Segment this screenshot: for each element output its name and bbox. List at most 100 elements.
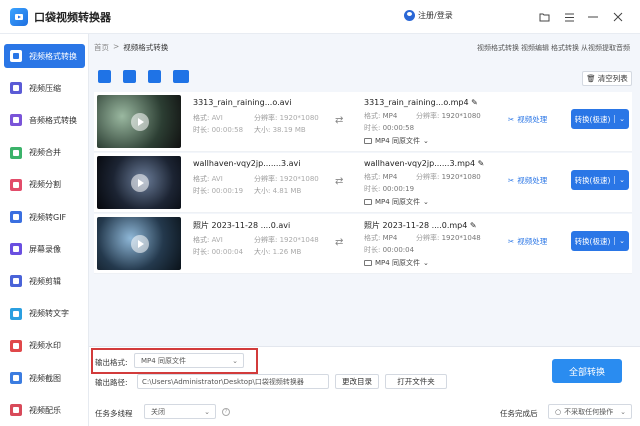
chevron-down-icon: ⌄: [422, 137, 429, 145]
source-file-name: 照片 2023-11-28 ....0.avi: [193, 221, 291, 230]
output-resolution: 分辨率: 1920*1080: [416, 173, 481, 181]
sidebar-item-2[interactable]: 音频格式转换: [4, 108, 85, 132]
breadcrumb-home[interactable]: 首页: [94, 42, 109, 53]
chevron-down-icon: ⌄: [422, 198, 429, 206]
login-link[interactable]: 注册/登录: [404, 10, 453, 21]
top-link-format[interactable]: 视频格式转换: [477, 43, 519, 53]
sidebar-item-4[interactable]: 视频分割: [4, 173, 85, 197]
sidebar-item-9[interactable]: 视频水印: [4, 334, 85, 358]
output-preset-select[interactable]: MP4 同原文件 ⌄: [364, 136, 429, 146]
output-format: 格式: MP4: [364, 234, 398, 242]
chevron-down-icon: ⌄: [232, 357, 238, 365]
source-duration: 时长: 00:00:04: [193, 248, 244, 256]
convert-icon: [10, 50, 22, 62]
change-directory-button[interactable]: 更改目录: [335, 374, 379, 389]
convert-button[interactable]: 转换(极速) ⌄: [571, 231, 629, 251]
after-done-label: 任务完成后: [500, 409, 538, 418]
add-batch-icon[interactable]: [148, 70, 161, 83]
minimize-icon[interactable]: [585, 9, 601, 25]
source-duration: 时长: 00:00:19: [193, 187, 244, 195]
sidebar-item-1[interactable]: 视频压缩: [4, 76, 85, 100]
sidebar-item-6[interactable]: 屏幕录像: [4, 237, 85, 261]
output-resolution: 分辨率: 1920*1080: [416, 112, 481, 120]
info-icon[interactable]: ?: [222, 408, 230, 416]
login-label: 注册/登录: [418, 11, 453, 20]
video-format-icon: [364, 199, 372, 205]
output-format-value: MP4 同原文件: [141, 356, 186, 365]
sidebar-item-11[interactable]: 视频配乐: [4, 398, 85, 422]
sidebar-item-8[interactable]: 视频转文字: [4, 302, 85, 326]
gif-icon: [10, 211, 22, 223]
output-preset-select[interactable]: MP4 同原文件 ⌄: [364, 197, 429, 207]
output-format-select[interactable]: MP4 同原文件 ⌄: [134, 353, 244, 368]
play-icon[interactable]: [131, 113, 149, 131]
output-duration: 时长: 00:00:19: [364, 185, 415, 193]
add-file-icon[interactable]: [98, 70, 111, 83]
output-preset-select[interactable]: MP4 同原文件 ⌄: [364, 258, 429, 268]
close-icon[interactable]: [610, 9, 626, 25]
edit-icon: ✎: [469, 221, 477, 230]
source-resolution: 分辨率: 1920*1048: [254, 236, 319, 244]
play-icon[interactable]: [131, 174, 149, 192]
source-resolution: 分辨率: 1920*1080: [254, 114, 319, 122]
top-links: 视频格式转换 视频编辑 格式转换 从视频提取音频: [477, 43, 630, 53]
toolbar: [98, 70, 189, 83]
audio-icon: [10, 114, 22, 127]
sidebar-item-3[interactable]: 视频合并: [4, 141, 85, 165]
file-row: 照片 2023-11-28 ....0.avi 格式: AVI 分辨率: 192…: [94, 214, 632, 274]
video-process-button[interactable]: ✂ 视频处理: [508, 175, 547, 186]
video-thumbnail[interactable]: [97, 156, 181, 209]
breadcrumb-current: 视频格式转换: [123, 43, 169, 52]
sidebar-item-label: 视频转文字: [29, 309, 69, 319]
clear-list-button[interactable]: 🗑 清空列表: [582, 71, 632, 86]
video-thumbnail[interactable]: [97, 95, 181, 148]
chevron-down-icon: ⌄: [204, 408, 210, 416]
music-icon: [10, 404, 22, 417]
output-path-field[interactable]: C:\Users\Administrator\Desktop\口袋视频转换器: [137, 374, 329, 389]
chevron-down-icon: ⌄: [614, 176, 629, 184]
play-icon[interactable]: [131, 235, 149, 253]
open-folder-button[interactable]: 打开文件夹: [385, 374, 447, 389]
convert-button[interactable]: 转换(极速) ⌄: [571, 109, 629, 129]
output-duration: 时长: 00:00:04: [364, 246, 415, 254]
multithread-label: 任务多线程: [95, 409, 133, 418]
output-resolution: 分辨率: 1920*1048: [416, 234, 481, 242]
top-link-convert[interactable]: 格式转换: [551, 43, 579, 53]
video-thumbnail[interactable]: [97, 217, 181, 270]
video-process-button[interactable]: ✂ 视频处理: [508, 236, 547, 247]
after-done-select[interactable]: ○ 不采取任何操作 ⌄: [548, 404, 632, 419]
add-folder-icon[interactable]: [123, 70, 136, 83]
output-file-name: 照片 2023-11-28 ....0.mp4 ✎: [364, 221, 477, 230]
screenshot-icon: [10, 372, 22, 384]
split-icon: [10, 178, 22, 191]
sidebar-item-label: 音频格式转换: [29, 115, 77, 125]
sidebar-item-label: 视频水印: [29, 341, 61, 351]
video-process-button[interactable]: ✂ 视频处理: [508, 114, 547, 125]
output-file-name: 3313_rain_raining...o.mp4 ✎: [364, 98, 478, 107]
convert-button[interactable]: 转换(极速) ⌄: [571, 170, 629, 190]
multithread-select[interactable]: 关闭 ⌄: [144, 404, 216, 419]
sidebar-item-7[interactable]: 视频剪辑: [4, 269, 85, 293]
folder-icon[interactable]: [536, 9, 552, 25]
menu-icon[interactable]: [561, 9, 577, 25]
convert-arrow-icon: ⇄: [335, 115, 344, 126]
top-link-extract-audio[interactable]: 从视频提取音频: [581, 43, 630, 53]
clear-list-label: 清空列表: [597, 74, 628, 83]
convert-all-button[interactable]: 全部转换: [552, 359, 622, 383]
source-duration: 时长: 00:00:58: [193, 126, 244, 134]
info-icon: ○: [555, 407, 562, 416]
sidebar-item-0[interactable]: 视频格式转换: [4, 44, 85, 68]
sidebar-item-label: 视频截图: [29, 373, 61, 383]
source-format: 格式: AVI: [193, 236, 223, 244]
sidebar-item-label: 视频分割: [29, 180, 61, 190]
output-format: 格式: MP4: [364, 112, 398, 120]
sidebar-item-5[interactable]: 视频转GIF: [4, 205, 85, 229]
file-row: 3313_rain_raining...o.avi 格式: AVI 分辨率: 1…: [94, 92, 632, 152]
app-window: 口袋视频转换器 注册/登录 视频格式转换 视频压缩 音频格式转换 视频合并 视频分割 视频…: [0, 0, 640, 426]
video-format-icon: [364, 138, 372, 144]
convert-arrow-icon: ⇄: [335, 176, 344, 187]
top-link-edit[interactable]: 视频编辑: [521, 43, 549, 53]
sidebar-item-10[interactable]: 视频截图: [4, 366, 85, 390]
add-media-icon[interactable]: [173, 70, 189, 83]
output-duration: 时长: 00:00:58: [364, 124, 415, 132]
